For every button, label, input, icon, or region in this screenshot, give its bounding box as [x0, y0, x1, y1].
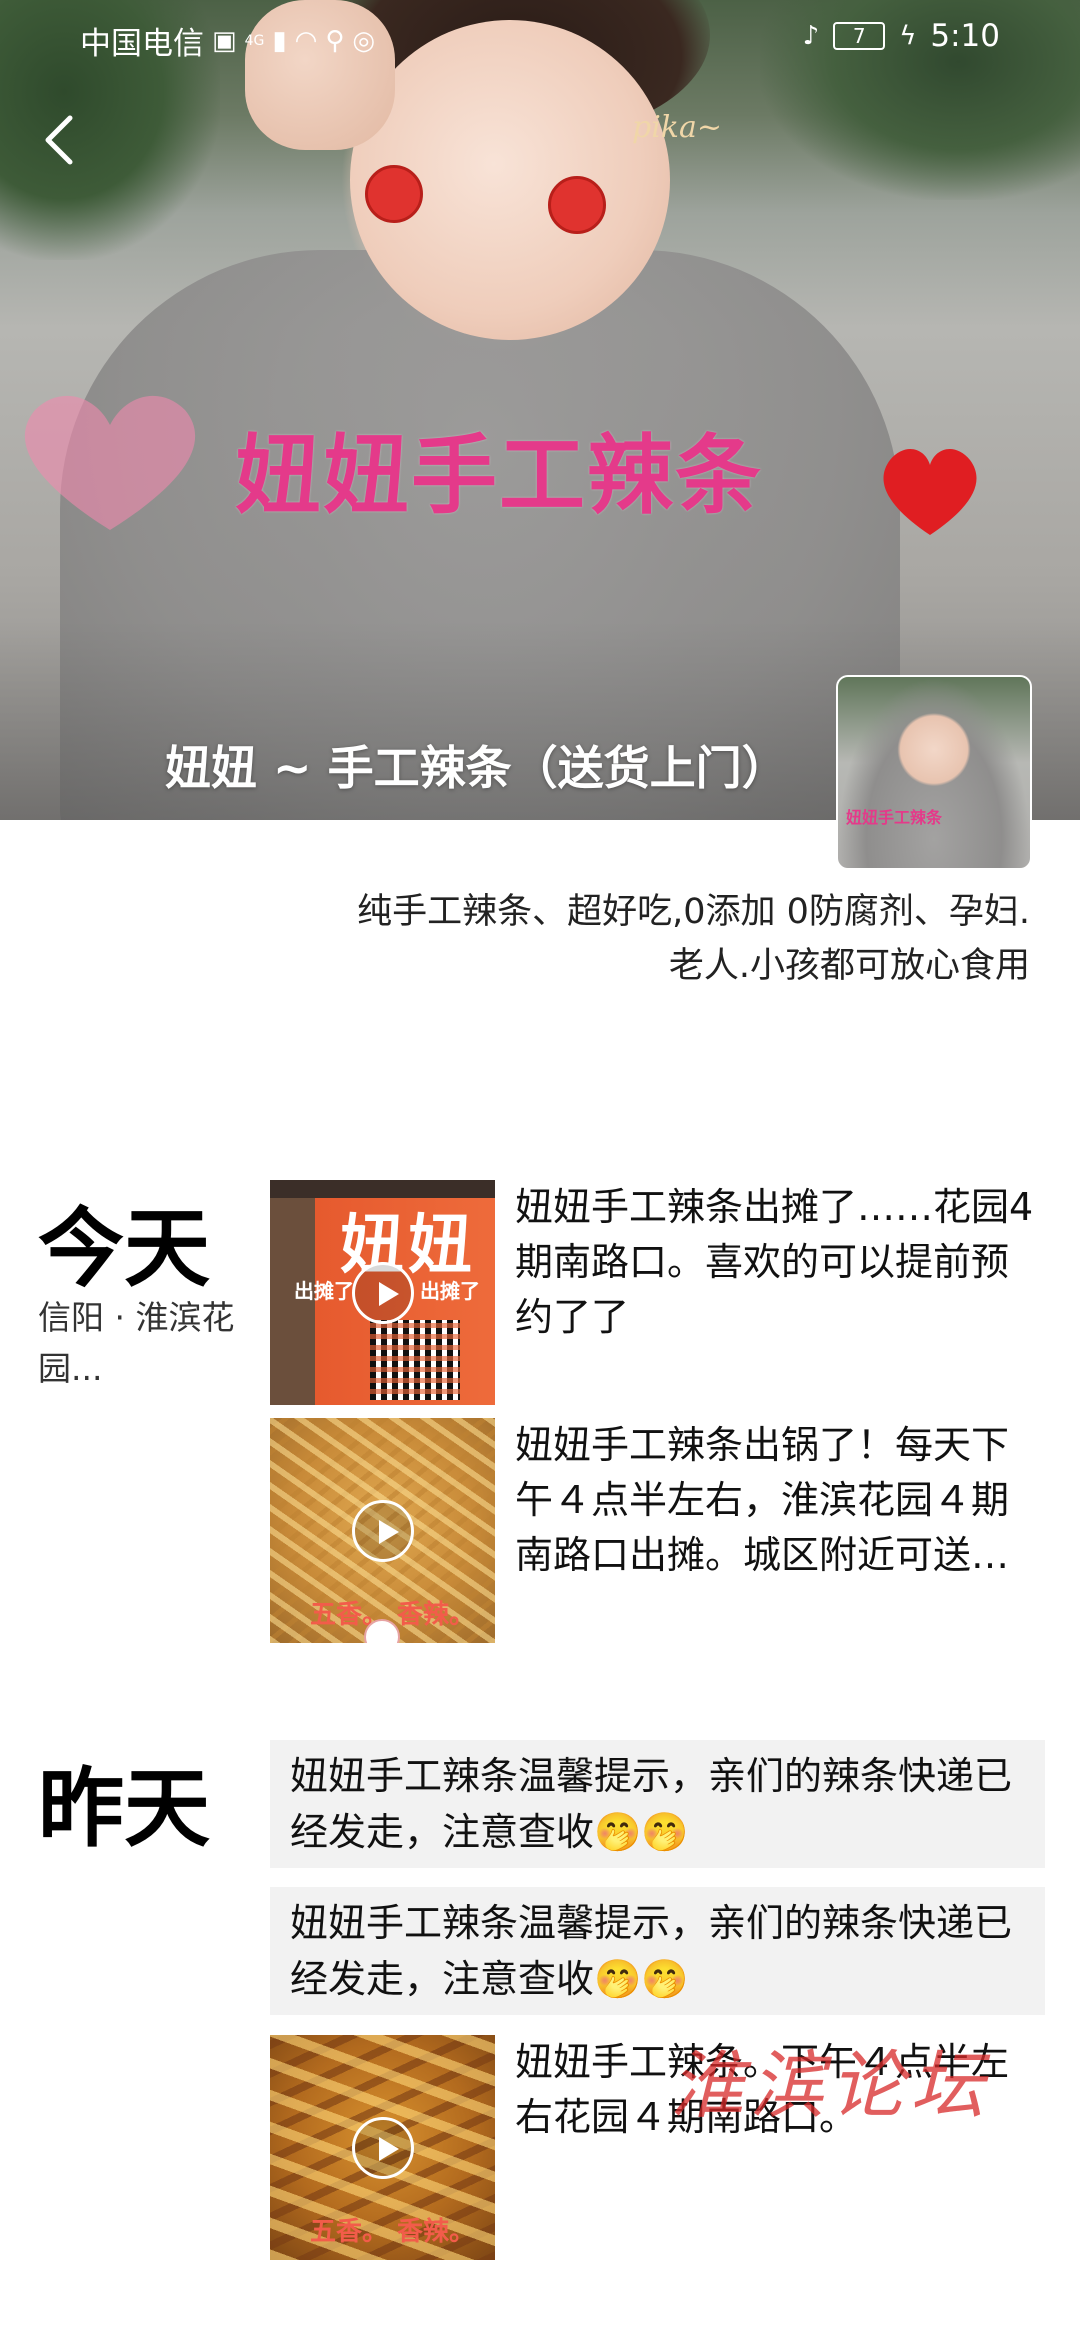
video-thumbnail[interactable]: 五香。 香辣。	[270, 1418, 495, 1643]
battery-icon: 7	[833, 22, 886, 50]
red-heart-icon	[875, 440, 985, 540]
wifi-icon: ◠	[294, 25, 318, 56]
post-text[interactable]: 妞妞手工辣条出摊了……花园4期南路口。喜欢的可以提前预约了了	[515, 1180, 1035, 1345]
location-label[interactable]: 信阳 · 淮滨花园...	[38, 1292, 238, 1394]
profile-name: 妞妞 ~ 手工辣条（送货上门）	[165, 741, 788, 795]
mute-icon: ♪	[802, 21, 820, 51]
avatar-text: 妞妞手工辣条	[846, 808, 943, 827]
pink-heart-doodle	[10, 380, 210, 540]
play-icon	[352, 1500, 414, 1562]
avatar[interactable]: 妞妞手工辣条	[836, 675, 1032, 870]
post-text: 妞妞手工辣条温馨提示，亲们的辣条快递已经发走，注意查收🤭🤭	[290, 1754, 1013, 1854]
signal-icon: ▮	[272, 25, 287, 56]
play-icon	[352, 2117, 414, 2179]
cover-doodle-text: pika~	[632, 110, 722, 145]
battery-level: 7	[852, 24, 866, 48]
carrier-label: 中国电信	[80, 26, 204, 62]
video-thumbnail[interactable]: 五香。 香辣。	[270, 2035, 495, 2260]
thumb-caption: 出摊了	[294, 1279, 354, 1303]
search-icon: ⚲	[325, 25, 345, 56]
day-label-today: 今天	[38, 1199, 210, 1299]
hd-icon: ▣	[212, 25, 237, 56]
back-icon[interactable]	[40, 110, 80, 170]
qr-code-icon	[370, 1320, 460, 1400]
signature-line: 老人.小孩都可放心食用	[668, 946, 1030, 986]
cheek-sticker	[365, 165, 423, 223]
network-type-label: 4G	[244, 32, 265, 49]
day-label-yesterday: 昨天	[38, 1759, 210, 1859]
cover-overlay-text: 妞妞手工辣条	[235, 426, 763, 526]
text-post-card[interactable]: 妞妞手工辣条温馨提示，亲们的辣条快递已经发走，注意查收🤭🤭	[270, 1887, 1045, 2015]
text-post-card[interactable]: 妞妞手工辣条温馨提示，亲们的辣条快递已经发走，注意查收🤭🤭	[270, 1740, 1045, 1868]
post-text: 妞妞手工辣条温馨提示，亲们的辣条快递已经发走，注意查收🤭🤭	[290, 1901, 1013, 2001]
cheek-sticker	[548, 176, 606, 234]
thumb-caption: 出摊了	[420, 1279, 480, 1303]
post-text[interactable]: 妞妞手工辣条出锅了！每天下午４点半左右，淮滨花园４期南路口出摊。城区附近可送货上…	[515, 1418, 1035, 1583]
status-bar: 中国电信 ▣ 4G ▮ ◠ ⚲ ◎ ♪ 7 ϟ 5:10	[0, 0, 1080, 70]
wechat-icon: ◎	[352, 25, 376, 56]
video-thumbnail[interactable]: 妞妞 出摊了 出摊了	[270, 1180, 495, 1405]
thumb-caption: 五香。 香辣。	[310, 2217, 476, 2247]
forum-watermark: 淮滨论坛	[670, 2043, 990, 2129]
profile-signature: 纯手工辣条、超好吃,0添加 0防腐剂、孕妇. 老人.小孩都可放心食用	[230, 885, 1030, 993]
clock: 5:10	[930, 18, 1000, 54]
play-icon	[352, 1262, 414, 1324]
charging-icon: ϟ	[899, 21, 917, 51]
signature-line: 纯手工辣条、超好吃,0添加 0防腐剂、孕妇.	[357, 892, 1030, 932]
